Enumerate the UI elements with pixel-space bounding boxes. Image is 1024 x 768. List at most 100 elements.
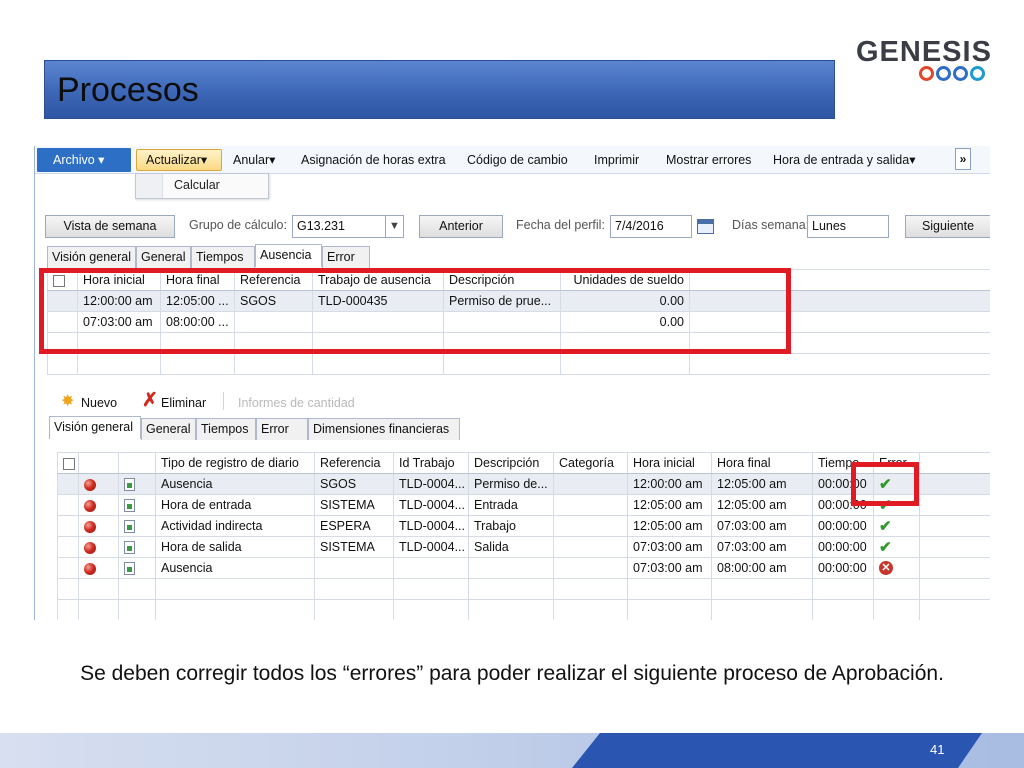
cell-hora-inicial[interactable]: 12:05:00 am bbox=[627, 494, 712, 516]
imprimir-button[interactable]: Imprimir bbox=[594, 151, 639, 171]
cell-categoria[interactable] bbox=[553, 536, 628, 558]
cell-hora-inicial[interactable]: 12:05:00 am bbox=[627, 515, 712, 537]
row-selector[interactable] bbox=[57, 473, 79, 495]
row-selector[interactable] bbox=[57, 494, 79, 516]
tab-error[interactable]: Error bbox=[322, 246, 370, 268]
hora-entrada-salida-menu-button[interactable]: Hora de entrada y salida▾ bbox=[773, 151, 915, 171]
record-cell[interactable] bbox=[118, 536, 156, 558]
record-cell[interactable] bbox=[118, 494, 156, 516]
select-all-checkbox[interactable] bbox=[57, 452, 79, 474]
column-header[interactable]: Tipo de registro de diario bbox=[155, 452, 315, 474]
asignacion-horas-extra-button[interactable]: Asignación de horas extra bbox=[301, 151, 446, 171]
row-selector[interactable] bbox=[57, 557, 79, 579]
cell-referencia[interactable]: SISTEMA bbox=[314, 494, 394, 516]
tab-tiempos[interactable]: Tiempos bbox=[191, 246, 255, 268]
cell-tipo-registro[interactable]: Ausencia bbox=[155, 557, 315, 579]
record-cell[interactable] bbox=[118, 557, 156, 579]
cell-tipo-registro[interactable]: Hora de salida bbox=[155, 536, 315, 558]
column-header[interactable]: Categoría bbox=[553, 452, 628, 474]
tab-tiempos[interactable]: Tiempos bbox=[196, 418, 256, 440]
cell-categoria[interactable] bbox=[553, 515, 628, 537]
cell-categoria[interactable] bbox=[553, 473, 628, 495]
dias-semana-input[interactable]: Lunes bbox=[807, 215, 889, 238]
empty-cell bbox=[711, 578, 813, 600]
cell-tipo-registro[interactable]: Ausencia bbox=[155, 473, 315, 495]
cell-descripcion[interactable]: Salida bbox=[468, 536, 554, 558]
cell-hora-final[interactable]: 07:03:00 am bbox=[711, 536, 813, 558]
checkbox[interactable] bbox=[63, 457, 75, 470]
table-row[interactable]: Hora de salida SISTEMA TLD-0004... Salida 07… bbox=[57, 536, 990, 558]
codigo-cambio-button[interactable]: Código de cambio bbox=[467, 151, 568, 171]
nuevo-button[interactable]: Nuevo bbox=[81, 394, 117, 412]
delete-icon[interactable]: ✗ bbox=[142, 390, 158, 412]
tab-dimensiones-financieras[interactable]: Dimensiones financieras bbox=[308, 418, 460, 440]
cell-id-trabajo[interactable]: TLD-0004... bbox=[393, 473, 469, 495]
journal-record-icon[interactable] bbox=[124, 520, 135, 534]
menu-item-calcular[interactable]: Calcular bbox=[174, 178, 220, 192]
new-record-icon[interactable]: ✸ bbox=[61, 393, 74, 411]
cell-hora-final[interactable]: 12:05:00 am bbox=[711, 473, 813, 495]
journal-record-icon[interactable] bbox=[124, 478, 135, 492]
siguiente-button[interactable]: Siguiente bbox=[905, 215, 990, 238]
cell-referencia[interactable]: SISTEMA bbox=[314, 536, 394, 558]
tab-vision-general[interactable]: Visión general bbox=[47, 246, 136, 268]
cell-categoria[interactable] bbox=[553, 494, 628, 516]
anular-menu-button[interactable]: Anular▾ bbox=[233, 151, 275, 171]
informes-cantidad-button[interactable]: Informes de cantidad bbox=[238, 394, 355, 412]
anterior-button[interactable]: Anterior bbox=[419, 215, 503, 238]
cell-id-trabajo[interactable]: TLD-0004... bbox=[393, 494, 469, 516]
cell-tipo-registro[interactable]: Actividad indirecta bbox=[155, 515, 315, 537]
cell-id-trabajo[interactable]: TLD-0004... bbox=[393, 515, 469, 537]
cell-tipo-registro[interactable]: Hora de entrada bbox=[155, 494, 315, 516]
column-header[interactable]: Referencia bbox=[314, 452, 394, 474]
column-header[interactable]: Hora final bbox=[711, 452, 813, 474]
eliminar-button[interactable]: Eliminar bbox=[161, 394, 206, 412]
tab-ausencia[interactable]: Ausencia bbox=[255, 244, 322, 267]
journal-record-icon[interactable] bbox=[124, 499, 135, 513]
journal-record-icon[interactable] bbox=[124, 562, 135, 576]
cell-categoria[interactable] bbox=[553, 557, 628, 579]
cell-hora-inicial[interactable]: 12:00:00 am bbox=[627, 473, 712, 495]
cell-descripcion[interactable]: Permiso de... bbox=[468, 473, 554, 495]
cell-descripcion[interactable]: Entrada bbox=[468, 494, 554, 516]
error-icon[interactable]: ✕ bbox=[879, 561, 893, 576]
cell-tiempo[interactable]: 00:00:00 bbox=[812, 536, 874, 558]
column-header[interactable]: Hora inicial bbox=[627, 452, 712, 474]
table-row[interactable]: Ausencia 07:03:00 am 08:00:00 am 00:00:00 ✕ bbox=[57, 557, 990, 579]
tab-vision-general[interactable]: Visión general bbox=[49, 416, 141, 439]
archivo-menu-button[interactable]: Archivo ▾ bbox=[37, 148, 131, 172]
cell-hora-final[interactable]: 07:03:00 am bbox=[711, 515, 813, 537]
calendar-icon[interactable] bbox=[697, 219, 714, 234]
tab-general[interactable]: General bbox=[136, 246, 191, 268]
row-selector[interactable] bbox=[57, 536, 79, 558]
cell-hora-inicial[interactable]: 07:03:00 am bbox=[627, 536, 712, 558]
record-cell[interactable] bbox=[118, 473, 156, 495]
tab-general[interactable]: General bbox=[141, 418, 196, 440]
cell-hora-final[interactable]: 08:00:00 am bbox=[711, 557, 813, 579]
cell-referencia[interactable] bbox=[314, 557, 394, 579]
cell-hora-final[interactable]: 12:05:00 am bbox=[711, 494, 813, 516]
vista-semana-button[interactable]: Vista de semana bbox=[45, 215, 175, 238]
cell-tiempo[interactable]: 00:00:00 bbox=[812, 557, 874, 579]
fecha-perfil-input[interactable]: 7/4/2016 bbox=[610, 215, 692, 238]
record-cell[interactable] bbox=[118, 515, 156, 537]
cell-id-trabajo[interactable] bbox=[393, 557, 469, 579]
cell-descripcion[interactable] bbox=[468, 557, 554, 579]
journal-record-icon[interactable] bbox=[124, 541, 135, 555]
cell-hora-inicial[interactable]: 07:03:00 am bbox=[627, 557, 712, 579]
overflow-chevron-icon[interactable]: » bbox=[955, 148, 971, 170]
cell-tiempo[interactable]: 00:00:00 bbox=[812, 515, 874, 537]
cell-descripcion[interactable]: Trabajo bbox=[468, 515, 554, 537]
mostrar-errores-button[interactable]: Mostrar errores bbox=[666, 151, 751, 171]
cell-referencia[interactable]: ESPERA bbox=[314, 515, 394, 537]
cell-referencia[interactable]: SGOS bbox=[314, 473, 394, 495]
column-header[interactable]: Id Trabajo bbox=[393, 452, 469, 474]
table-row[interactable]: Actividad indirecta ESPERA TLD-0004... Trab… bbox=[57, 515, 990, 537]
cell-id-trabajo[interactable]: TLD-0004... bbox=[393, 536, 469, 558]
grupo-calculo-input[interactable]: G13.231 bbox=[292, 215, 386, 238]
row-selector[interactable] bbox=[57, 515, 79, 537]
column-header[interactable]: Descripción bbox=[468, 452, 554, 474]
chevron-down-icon[interactable]: ▼ bbox=[385, 215, 404, 238]
tab-error[interactable]: Error bbox=[256, 418, 308, 440]
actualizar-menu-button[interactable]: Actualizar▾ bbox=[136, 149, 222, 171]
